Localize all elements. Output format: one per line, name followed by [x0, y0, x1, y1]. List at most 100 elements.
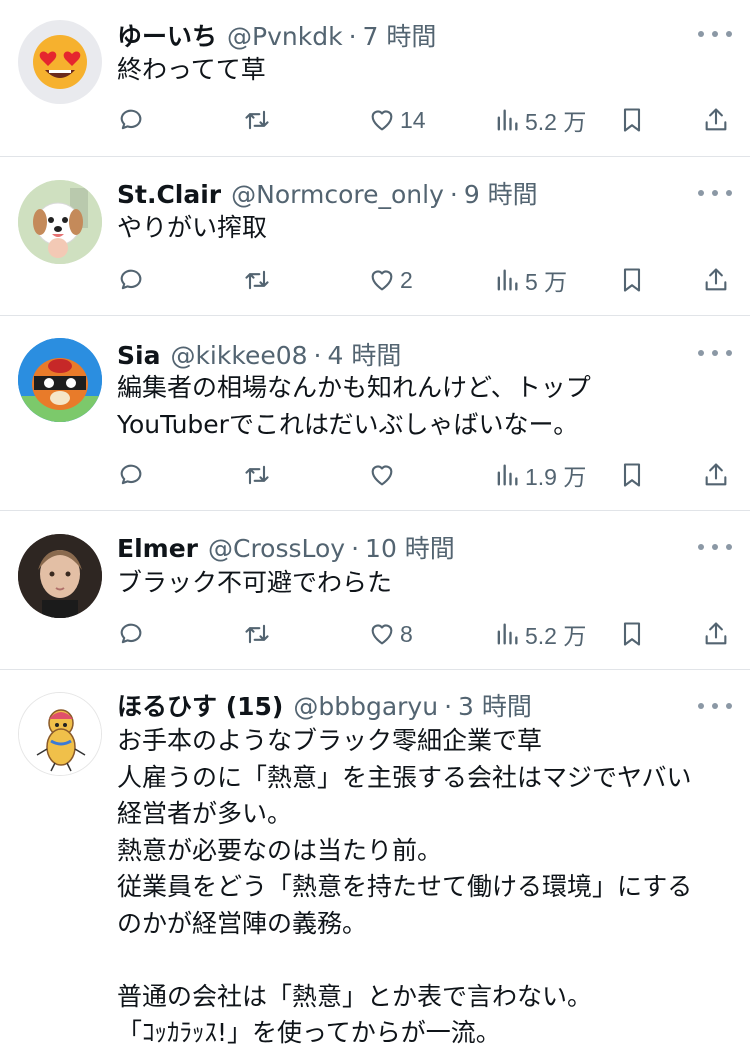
reply-icon	[120, 464, 142, 485]
retweet-icon	[245, 270, 269, 290]
retweet-icon	[245, 624, 269, 644]
separator-dot: ·	[348, 22, 357, 51]
separator-dot: ·	[444, 692, 453, 721]
retweet-button[interactable]	[243, 100, 271, 140]
tweet-header: ゆーいち @Pvnkdk · 7 時間	[117, 17, 690, 53]
user-handle[interactable]: @Pvnkdk	[227, 22, 343, 51]
masked-raccoon-icon	[18, 338, 102, 422]
share-button[interactable]	[702, 455, 730, 495]
like-count: 14	[400, 106, 426, 133]
bookmark-icon	[623, 268, 641, 292]
display-name[interactable]: Elmer	[117, 534, 198, 563]
heart-icon	[371, 624, 393, 645]
timestamp[interactable]: 7 時間	[363, 17, 437, 53]
tweet-header: ほるひす (15) @bbbgaryu · 3 時間	[117, 687, 690, 723]
retweet-button[interactable]	[243, 260, 271, 300]
retweet-button[interactable]	[243, 614, 271, 654]
more-options-button[interactable]	[698, 183, 732, 203]
timestamp[interactable]: 10 時間	[365, 529, 455, 565]
display-name[interactable]: Sia	[117, 341, 160, 370]
more-options-button[interactable]	[698, 537, 732, 557]
avatar[interactable]	[18, 20, 102, 104]
views-chart-icon	[497, 464, 518, 486]
like-count: 8	[400, 620, 413, 647]
display-name[interactable]: ゆーいち	[117, 17, 217, 53]
retweet-button[interactable]	[243, 455, 271, 495]
tweet[interactable]: Elmer @CrossLoy · 10 時間 ブラック不可避でわらた 8 5.…	[0, 511, 750, 670]
view-count: 5.2 万	[525, 109, 587, 135]
reply-icon	[120, 269, 142, 290]
bookmark-icon	[623, 108, 641, 132]
share-icon	[705, 108, 727, 131]
tweet-text: 終わってて草	[117, 55, 266, 84]
tweet[interactable]: St.Clair @Normcore_only · 9 時間 やりがい搾取 2 …	[0, 157, 750, 316]
more-options-button[interactable]	[698, 343, 732, 363]
views-chart-icon	[497, 109, 518, 131]
avatar[interactable]	[18, 692, 102, 776]
avatar[interactable]	[18, 534, 102, 618]
reply-button[interactable]	[117, 614, 145, 654]
views-button[interactable]: 5.2 万	[493, 614, 586, 654]
reply-button[interactable]	[117, 455, 145, 495]
separator-dot: ·	[313, 341, 322, 370]
bookmark-icon	[623, 622, 641, 646]
timestamp[interactable]: 4 時間	[327, 336, 401, 372]
reply-button[interactable]	[117, 100, 145, 140]
user-handle[interactable]: @kikkee08	[170, 341, 307, 370]
peanut-drawing-icon	[19, 693, 101, 775]
tweet[interactable]: ほるひす (15) @bbbgaryu · 3 時間 お手本のようなブラック零細…	[0, 670, 750, 1057]
share-button[interactable]	[702, 260, 730, 300]
tweet-header: St.Clair @Normcore_only · 9 時間	[117, 175, 690, 211]
view-count: 1.9 万	[525, 464, 587, 490]
tweet-text: お手本のようなブラック零細企業で草 人雇うのに「熱意」を主張する会社はマジでヤバ…	[117, 726, 693, 1047]
share-icon	[705, 622, 727, 645]
bookmark-button[interactable]	[618, 455, 646, 495]
share-button[interactable]	[702, 614, 730, 654]
share-icon	[705, 463, 727, 486]
user-handle[interactable]: @Normcore_only	[231, 180, 444, 209]
like-button[interactable]	[368, 455, 400, 495]
white-dog-icon	[18, 180, 102, 264]
tweet-feed: ゆーいち @Pvnkdk · 7 時間 終わってて草 14 5.2 万 St.C…	[0, 0, 750, 1057]
bookmark-button[interactable]	[618, 614, 646, 654]
share-icon	[705, 268, 727, 291]
retweet-icon	[245, 110, 269, 130]
heart-icon	[371, 270, 393, 291]
heart-eyes-emoji-icon	[33, 35, 87, 89]
like-button[interactable]: 8	[368, 614, 413, 654]
reply-icon	[120, 109, 142, 130]
like-button[interactable]: 14	[368, 100, 426, 140]
timestamp[interactable]: 3 時間	[458, 687, 532, 723]
views-button[interactable]: 5.2 万	[493, 100, 586, 140]
more-options-button[interactable]	[698, 24, 732, 44]
person-photo-icon	[18, 534, 102, 618]
display-name[interactable]: St.Clair	[117, 180, 221, 209]
separator-dot: ·	[449, 180, 458, 209]
timestamp[interactable]: 9 時間	[464, 175, 538, 211]
tweet-actions: 14 5.2 万	[0, 100, 750, 140]
retweet-icon	[245, 465, 269, 485]
reply-button[interactable]	[117, 260, 145, 300]
views-chart-icon	[497, 623, 518, 645]
user-handle[interactable]: @CrossLoy	[208, 534, 345, 563]
tweet-actions: 1.9 万	[0, 455, 750, 495]
display-name[interactable]: ほるひす (15)	[117, 687, 283, 723]
more-options-button[interactable]	[698, 696, 732, 716]
like-count: 2	[400, 266, 413, 293]
share-button[interactable]	[702, 100, 730, 140]
tweet[interactable]: ゆーいち @Pvnkdk · 7 時間 終わってて草 14 5.2 万	[0, 0, 750, 157]
reply-icon	[120, 623, 142, 644]
avatar[interactable]	[18, 338, 102, 422]
user-handle[interactable]: @bbbgaryu	[293, 692, 438, 721]
bookmark-button[interactable]	[618, 260, 646, 300]
bookmark-button[interactable]	[618, 100, 646, 140]
views-chart-icon	[497, 269, 518, 291]
tweet[interactable]: Sia @kikkee08 · 4 時間 編集者の相場なんかも知れんけど、トップ…	[0, 316, 750, 511]
like-button[interactable]: 2	[368, 260, 413, 300]
avatar[interactable]	[18, 180, 102, 264]
bookmark-icon	[623, 463, 641, 487]
views-button[interactable]: 5 万	[493, 260, 567, 300]
heart-icon	[371, 465, 393, 486]
views-button[interactable]: 1.9 万	[493, 455, 586, 495]
view-count: 5.2 万	[525, 623, 587, 649]
